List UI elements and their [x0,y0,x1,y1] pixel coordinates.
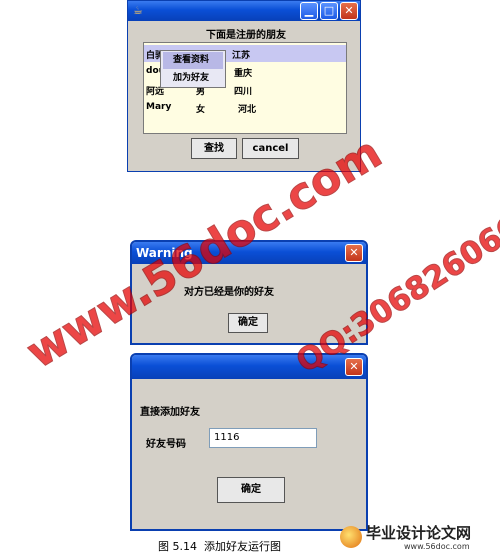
friend-region: 四川 [234,87,253,97]
close-button[interactable]: ✕ [340,2,358,20]
close-button[interactable]: ✕ [345,244,363,262]
badge-logo-icon [340,526,362,548]
friend-id-input[interactable]: 1116 [209,428,317,448]
friend-region: 江苏 [232,51,251,61]
add-friend-dialog: ✕ 直接添加好友 好友号码 1116 确定 [130,353,368,531]
friend-id-label: 好友号码 [146,439,186,450]
add-friend-heading: 直接添加好友 [140,407,200,418]
context-menu: 查看资料 加为好友 [160,50,226,88]
menu-item-add-friend[interactable]: 加为好友 [163,70,223,87]
ok-button[interactable]: 确定 [217,477,285,503]
friend-name: Mary [146,102,172,112]
friend-region: 河北 [238,105,257,115]
search-button[interactable]: 查找 [191,138,237,159]
java-cup-icon: ☕ [133,4,143,17]
site-badge: 毕业设计论文网 www.56doc.com [340,522,498,552]
friend-gender: 女 [196,105,206,115]
cancel-button[interactable]: cancel [242,138,299,159]
figure-caption: 图 5.14 添加好友运行图 [158,540,281,553]
ok-button[interactable]: 确定 [228,313,268,333]
friends-window: ☕ ▁ □ ✕ 下面是注册的朋友 白驹 江苏 dou 重庆 阿远 男 四川 Ma… [127,0,361,172]
menu-item-view-profile[interactable]: 查看资料 [163,52,223,69]
friends-window-titlebar: ☕ ▁ □ ✕ [128,1,360,21]
friends-heading: 下面是注册的朋友 [206,30,286,41]
badge-url: www.56doc.com [404,542,470,551]
friend-region: 重庆 [234,69,253,79]
badge-title: 毕业设计论文网 [366,524,472,542]
minimize-button[interactable]: ▁ [300,2,318,20]
table-row[interactable]: Mary 女 河北 [144,99,346,116]
close-button[interactable]: ✕ [345,358,363,376]
maximize-button[interactable]: □ [320,2,338,20]
